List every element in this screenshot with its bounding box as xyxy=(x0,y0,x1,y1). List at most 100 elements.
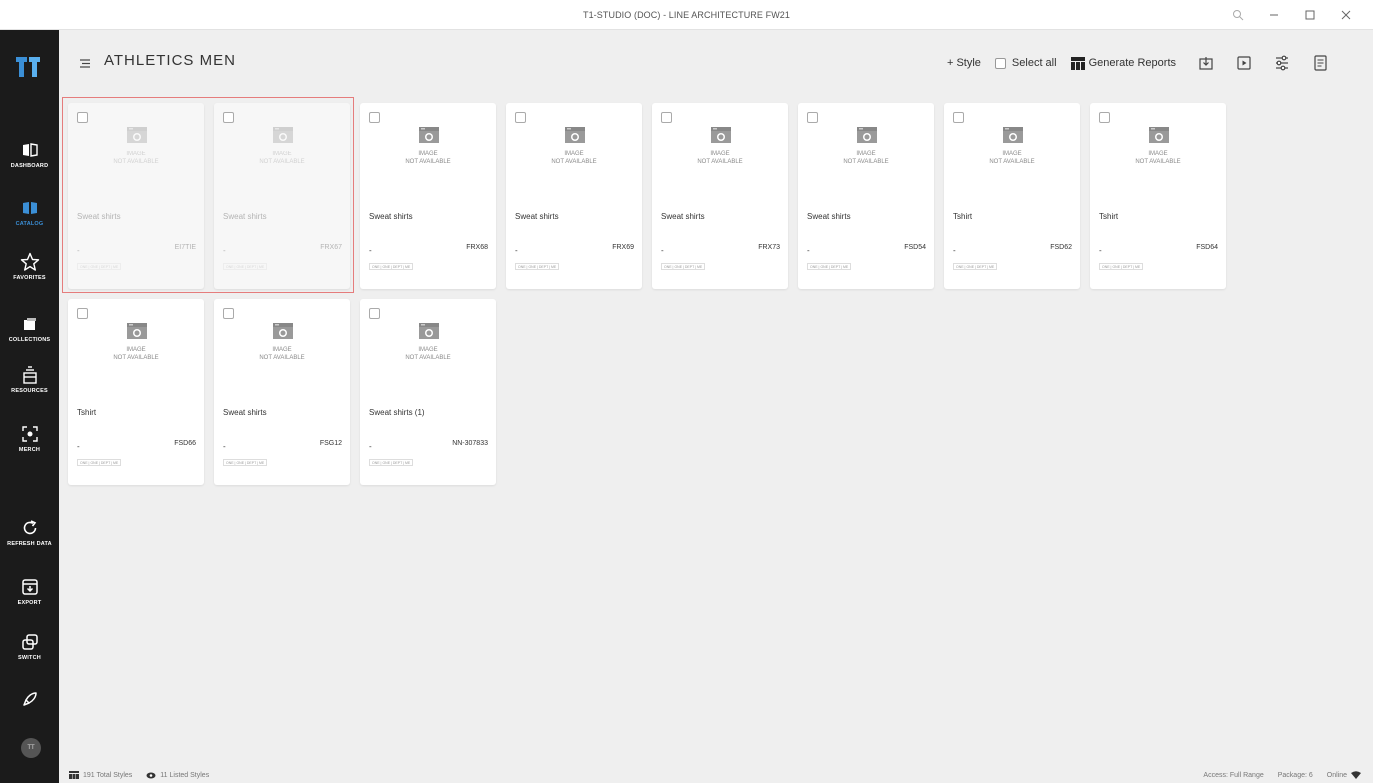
style-subtitle: - xyxy=(953,246,956,255)
sidebar-item-switch[interactable]: SWITCH xyxy=(0,632,59,661)
style-tags: ONE | ONE | DEPT | ME xyxy=(223,459,268,466)
total-styles: 191 Total Styles xyxy=(83,771,133,779)
style-card[interactable]: IMAGE NOT AVAILABLE Sweat shirts - FRX73 ONE … xyxy=(652,103,788,289)
card-checkbox[interactable] xyxy=(77,308,88,319)
sidebar-item-dashboard[interactable]: DASHBOARD xyxy=(0,140,59,169)
style-card[interactable]: IMAGE NOT AVAILABLE Sweat shirts - EI7TIE ONE… xyxy=(68,103,204,289)
card-checkbox[interactable] xyxy=(77,112,88,123)
card-checkbox[interactable] xyxy=(223,308,234,319)
style-tags: ONE | ONE | DEPT | ME xyxy=(369,263,414,270)
menu-icon[interactable] xyxy=(79,56,91,68)
tag-list: ONE | ONE | DEPT | ME xyxy=(77,263,122,270)
export-icon xyxy=(19,577,41,597)
import-icon[interactable] xyxy=(1198,55,1214,71)
style-tags: ONE | ONE | DEPT | ME xyxy=(77,459,122,466)
style-code: FSG12 xyxy=(319,440,342,447)
sidebar-item-refresh-data[interactable]: REFRESH DATA xyxy=(0,518,59,547)
switch-icon xyxy=(19,632,41,652)
style-card[interactable]: IMAGE NOT AVAILABLE Sweat shirts - FRX67 ONE … xyxy=(214,103,350,289)
reports-icon xyxy=(1070,56,1085,70)
eye-icon xyxy=(146,772,156,778)
tag-list: ONE | ONE | DEPT | ME xyxy=(369,459,414,466)
sidebar-item-favorites[interactable]: FAVORITES xyxy=(0,252,59,281)
card-checkbox[interactable] xyxy=(953,112,964,123)
style-card[interactable]: IMAGE NOT AVAILABLE Tshirt - FSD64 ONE | ONE … xyxy=(1090,103,1226,289)
card-checkbox[interactable] xyxy=(369,308,380,319)
sidebar-item-export[interactable]: EXPORT xyxy=(0,577,59,606)
style-tags: ONE | ONE | DEPT | ME xyxy=(223,263,268,270)
style-subtitle: - xyxy=(77,246,80,255)
card-checkbox[interactable] xyxy=(807,112,818,123)
image-placeholder-text: IMAGE NOT AVAILABLE xyxy=(259,347,305,361)
style-subtitle: - xyxy=(661,246,664,255)
tag-list: ONE | ONE | DEPT | ME xyxy=(223,263,268,270)
zoom-icon[interactable] xyxy=(1220,0,1256,30)
style-code: FSD66 xyxy=(174,440,196,447)
image-placeholder-text: IMAGE NOT AVAILABLE xyxy=(1135,151,1181,165)
camera-icon xyxy=(273,323,293,339)
style-card[interactable]: IMAGE NOT AVAILABLE Sweat shirts - FSG12 ONE … xyxy=(214,299,350,485)
style-name: Sweat shirts (1) xyxy=(369,408,425,417)
select-all-control[interactable]: Select all xyxy=(994,57,1057,69)
minimize-icon[interactable] xyxy=(1256,0,1292,30)
toolbar: + Style Select all Generate Reports xyxy=(933,52,1328,74)
camera-icon xyxy=(1003,127,1023,143)
style-card[interactable]: IMAGE NOT AVAILABLE Tshirt - FSD66 ONE | ONE … xyxy=(68,299,204,485)
play-icon[interactable] xyxy=(1236,55,1252,71)
sidebar-item-resources[interactable]: RESOURCES xyxy=(0,365,59,394)
avatar[interactable]: TT xyxy=(21,738,41,758)
tag-list: ONE | ONE | DEPT | ME xyxy=(1099,263,1144,270)
page-title: ATHLETICS MEN xyxy=(104,52,236,69)
image-placeholder-text: IMAGE NOT AVAILABLE xyxy=(843,151,889,165)
style-tags: ONE | ONE | DEPT | ME xyxy=(953,263,998,270)
filter-settings-icon[interactable] xyxy=(1274,55,1290,71)
card-checkbox[interactable] xyxy=(661,112,672,123)
style-card[interactable]: IMAGE NOT AVAILABLE Sweat shirts - FSD54 ONE … xyxy=(798,103,934,289)
style-name: Sweat shirts xyxy=(515,212,559,221)
image-placeholder-text: IMAGE NOT AVAILABLE xyxy=(551,151,597,165)
add-style-button[interactable]: + Style xyxy=(947,57,981,69)
style-code: FRX68 xyxy=(466,244,488,251)
image-placeholder-text: IMAGE NOT AVAILABLE xyxy=(113,151,159,165)
title-bar: T1-STUDIO (DOC) - LINE ARCHITECTURE FW21 xyxy=(0,0,1373,30)
sidebar-item-launch[interactable] xyxy=(0,689,59,709)
style-name: Sweat shirts xyxy=(661,212,705,221)
style-subtitle: - xyxy=(223,246,226,255)
tag-list: ONE | ONE | DEPT | ME xyxy=(369,263,414,270)
generate-reports-label: Generate Reports xyxy=(1088,57,1176,69)
catalog-icon xyxy=(19,198,41,218)
styles-count-icon xyxy=(69,771,79,779)
style-code: FRX69 xyxy=(612,244,634,251)
style-card[interactable]: IMAGE NOT AVAILABLE Sweat shirts - FRX69 ONE … xyxy=(506,103,642,289)
style-card[interactable]: IMAGE NOT AVAILABLE Sweat shirts - FRX68 ONE … xyxy=(360,103,496,289)
rocket-icon xyxy=(19,689,41,709)
star-icon xyxy=(19,252,41,272)
select-all-checkbox[interactable] xyxy=(994,57,1006,69)
dashboard-icon xyxy=(19,140,41,160)
sidebar-item-merch[interactable]: MERCH xyxy=(0,424,59,453)
style-code: NN-307833 xyxy=(452,440,488,447)
camera-icon xyxy=(857,127,877,143)
generate-reports-button[interactable]: Generate Reports xyxy=(1070,56,1176,70)
sidebar-item-catalog[interactable]: CATALOG xyxy=(0,198,59,227)
tag-list: ONE | ONE | DEPT | ME xyxy=(953,263,998,270)
style-card[interactable]: IMAGE NOT AVAILABLE Sweat shirts (1) - NN-30… xyxy=(360,299,496,485)
sidebar-item-collections[interactable]: COLLECTIONS xyxy=(0,314,59,343)
image-placeholder-text: IMAGE NOT AVAILABLE xyxy=(405,151,451,165)
camera-icon xyxy=(419,323,439,339)
tag-list: ONE | ONE | DEPT | ME xyxy=(661,263,706,270)
document-icon[interactable] xyxy=(1312,55,1328,71)
page-header: ATHLETICS MEN + Style Select all Generat… xyxy=(59,30,1373,96)
maximize-icon[interactable] xyxy=(1292,0,1328,30)
status-bar: 191 Total Styles 11 Listed Styles Access… xyxy=(59,769,1373,783)
style-tags: ONE | ONE | DEPT | ME xyxy=(369,459,414,466)
card-checkbox[interactable] xyxy=(1099,112,1110,123)
tag-list: ONE | ONE | DEPT | ME xyxy=(807,263,852,270)
card-checkbox[interactable] xyxy=(515,112,526,123)
style-subtitle: - xyxy=(807,246,810,255)
style-code: FSD64 xyxy=(1196,244,1218,251)
card-checkbox[interactable] xyxy=(223,112,234,123)
card-checkbox[interactable] xyxy=(369,112,380,123)
style-card[interactable]: IMAGE NOT AVAILABLE Tshirt - FSD62 ONE | ONE … xyxy=(944,103,1080,289)
close-icon[interactable] xyxy=(1328,0,1364,30)
